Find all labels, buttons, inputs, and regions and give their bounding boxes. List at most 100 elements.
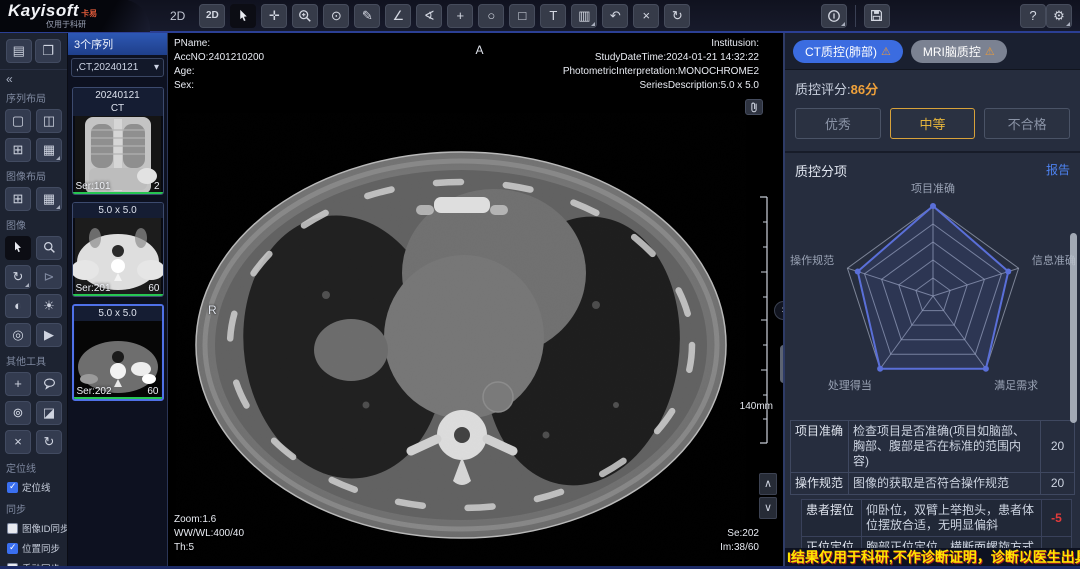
panel-toggle-button[interactable]: › xyxy=(774,301,783,320)
tab-ct-qc[interactable]: CT质控(肺部) ⚠ xyxy=(793,40,903,63)
zoom-factor-label: Zoom:1.6 xyxy=(174,513,244,527)
angle-tool-button[interactable]: ∠ xyxy=(385,4,411,28)
ellipse-roi-button[interactable]: ○ xyxy=(478,4,504,28)
layout-4pane-button[interactable]: ⊞ xyxy=(5,138,31,162)
reset-tool-button[interactable]: ↻ xyxy=(36,430,62,454)
scroll-up-button[interactable]: ∧ xyxy=(759,473,777,495)
series-thumbnail-202[interactable]: 5.0 x 5.0 Ser:20260 xyxy=(72,304,164,401)
cursor-tool-button[interactable] xyxy=(230,4,256,28)
grade-excellent-button[interactable]: 优秀 xyxy=(795,108,881,139)
flag-button[interactable]: ⊳ xyxy=(36,265,62,289)
image-grid9-button[interactable]: ▦ xyxy=(36,187,62,211)
report-link[interactable]: 报告 xyxy=(1046,161,1070,180)
row-desc: 仰卧位，双臂上举抱头，患者体位摆放合适，无明显偏斜 xyxy=(862,500,1042,537)
study-dropdown[interactable]: ,CT,20240121 ▾ xyxy=(71,58,164,77)
invert-contrast-button[interactable]: ◐ xyxy=(5,294,31,318)
collapse-sidebar-button[interactable]: « xyxy=(0,70,67,86)
spiral-button[interactable]: ◎ xyxy=(5,323,31,347)
row-score: 20 xyxy=(1041,473,1075,495)
table-row: 患者摆位 仰卧位，双臂上举抱头，患者体位摆放合适，无明显偏斜 -5 xyxy=(802,500,1072,537)
section-title-locator: 定位线 xyxy=(0,456,67,477)
patient-name-label: PName: xyxy=(174,37,264,51)
rotate-icon: ↻ xyxy=(13,269,24,284)
grade-fail-button[interactable]: 不合格 xyxy=(984,108,1070,139)
brand-name: Kayisoft xyxy=(8,1,79,21)
position-sync-checkbox[interactable] xyxy=(7,543,18,554)
chevron-down-icon: ▾ xyxy=(154,62,159,73)
patient-info-overlay: PName: AccNO:2401210200 Age: Sex: xyxy=(174,37,264,93)
attachment-button[interactable] xyxy=(745,99,763,115)
series-description-label: SeriesDescription:5.0 x 5.0 xyxy=(563,79,759,93)
study-dropdown-value: ,CT,20240121 xyxy=(76,62,138,73)
position-sync-label: 位置同步 xyxy=(22,541,60,555)
thumbnail-desc-label: 5.0 x 5.0 xyxy=(73,203,163,218)
section-title-image-tools: 图像 xyxy=(0,213,67,234)
grade-button-row: 优秀 中等 不合格 xyxy=(785,100,1080,153)
series-thumbnail-101[interactable]: 20240121CT Ser:1012 xyxy=(72,87,164,195)
tab-mri-qc[interactable]: MRI脑质控 ⚠ xyxy=(911,40,1007,63)
about-button[interactable] xyxy=(821,4,847,28)
layout-2d-button[interactable]: 2D xyxy=(199,4,225,28)
measure-tool-button[interactable]: ✎ xyxy=(354,4,380,28)
layout-list-button[interactable]: ▤ xyxy=(6,39,32,63)
qc-score-table: 项目准确 检查项目是否准确(项目如脑部、胸部、腹部是否在标准的范围内容) 20 … xyxy=(790,420,1075,495)
sidebar-magnifier-button[interactable] xyxy=(36,236,62,260)
layout-9pane-button[interactable]: ▦ xyxy=(36,138,62,162)
dropdown-corner xyxy=(56,205,60,209)
series-thumbnail-201[interactable]: 5.0 x 5.0 Ser:20160 xyxy=(72,202,164,297)
delete-annotation-button[interactable]: × xyxy=(633,4,659,28)
cine-play-button[interactable]: ▶ xyxy=(36,323,62,347)
window-preset-icon: ▥ xyxy=(578,8,590,23)
comment-button[interactable] xyxy=(36,372,62,396)
reset-view-button[interactable]: ↻ xyxy=(664,4,690,28)
save-button[interactable] xyxy=(864,4,890,28)
help-button[interactable]: ? xyxy=(1020,4,1046,28)
rect-roi-button[interactable]: □ xyxy=(509,4,535,28)
layout-1pane-button[interactable]: ▢ xyxy=(5,109,31,133)
image-id-sync-checkbox[interactable] xyxy=(7,523,18,534)
save-icon xyxy=(870,9,883,22)
close-tool-button[interactable]: × xyxy=(5,430,31,454)
probe-tool-button[interactable]: + xyxy=(447,4,473,28)
add-button[interactable]: + xyxy=(5,372,31,396)
load-progress-bar xyxy=(74,397,162,399)
scrollbar-thumb[interactable] xyxy=(780,345,783,383)
window-preset-button[interactable]: ▥ xyxy=(571,4,597,28)
series-image-overlay: Se:202 Im:38/60 xyxy=(720,527,759,555)
section-title-image-layout: 图像布局 xyxy=(0,164,67,185)
zoom-tool-button[interactable] xyxy=(292,4,318,28)
grade-medium-button[interactable]: 中等 xyxy=(890,108,976,139)
target-tool-button[interactable]: ⊙ xyxy=(323,4,349,28)
settings-button[interactable]: ⚙ xyxy=(1046,4,1072,28)
rotate-button[interactable]: ↻ xyxy=(5,265,31,289)
svg-text:操作规范: 操作规范 xyxy=(790,253,834,267)
speech-bubble-icon xyxy=(43,377,56,390)
image-params-overlay: Zoom:1.6 WW/WL:400/40 Th:5 xyxy=(174,513,244,555)
svg-text:项目准确: 项目准确 xyxy=(911,182,955,195)
qc-panel: CT质控(肺部) ⚠ MRI脑质控 ⚠ 质控评分:86分 优秀 中等 不合格 质… xyxy=(783,33,1080,569)
table-row: 项目准确 检查项目是否准确(项目如脑部、胸部、腹部是否在标准的范围内容) 20 xyxy=(791,421,1075,473)
dropdown-corner xyxy=(841,22,845,26)
image-viewport[interactable]: PName: AccNO:2401210200 Age: Sex: Instit… xyxy=(168,33,783,569)
scroll-down-button[interactable]: ∨ xyxy=(759,497,777,519)
layout-2pane-button[interactable]: ◫ xyxy=(36,109,62,133)
locator-line-checkbox[interactable] xyxy=(7,482,18,493)
magnifier-plus-icon xyxy=(298,9,312,23)
sidebar-cursor-button[interactable] xyxy=(5,236,31,260)
disclaimer-marquee: I结果仅用于科研,不作诊断证明，诊断以医生出具的诊断 xyxy=(785,548,1080,567)
eraser-button[interactable]: ◪ xyxy=(36,401,62,425)
image-count-label: 2 xyxy=(154,181,160,192)
brightness-button[interactable]: ☀ xyxy=(36,294,62,318)
panel-scrollbar-thumb[interactable] xyxy=(1070,233,1077,423)
svg-text:满足需求: 满足需求 xyxy=(994,379,1038,392)
dropdown-corner xyxy=(25,283,29,287)
qc-tab-bar: CT质控(肺部) ⚠ MRI脑质控 ⚠ xyxy=(785,33,1080,70)
pan-tool-button[interactable]: ✛ xyxy=(261,4,287,28)
cobb-angle-tool-button[interactable]: ∢ xyxy=(416,4,442,28)
copy-button[interactable]: ❐ xyxy=(35,39,61,63)
undo-button[interactable]: ↶ xyxy=(602,4,628,28)
stamp-button[interactable]: ⊚ xyxy=(5,401,31,425)
text-annotation-button[interactable]: T xyxy=(540,4,566,28)
dropdown-corner xyxy=(56,156,60,160)
image-grid4-button[interactable]: ⊞ xyxy=(5,187,31,211)
